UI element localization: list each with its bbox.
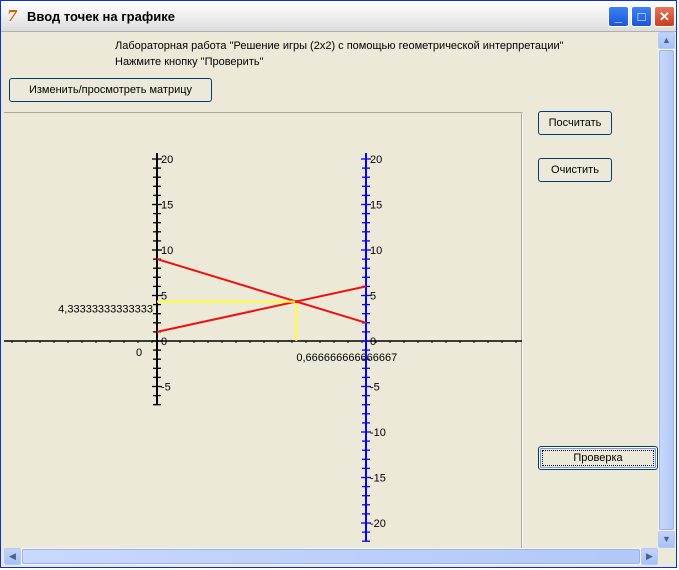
app-window: 7 Ввод точек на графике _ □ ✕ Лабораторн… [0,0,677,568]
client-area: Лабораторная работа "Решение игры (2х2) … [4,32,658,548]
x-origin-label: 0 [136,347,142,359]
right-axis-tick-label: -10 [370,427,386,439]
left-axis-tick-label: 0 [161,336,167,348]
right-axis-tick-label: 20 [370,154,382,166]
left-axis-tick-label: 15 [161,200,173,212]
payoff-line-2 [156,285,367,333]
info-line-1: Лабораторная работа "Решение игры (2х2) … [115,40,564,52]
title-bar[interactable]: 7 Ввод точек на графике _ □ ✕ [1,1,676,32]
solution-x-label: 0,666666666666667 [296,352,397,364]
minimize-button[interactable]: _ [608,6,629,27]
edit-matrix-button[interactable]: Изменить/просмотреть матрицу [9,78,212,102]
info-line-2: Нажмите кнопку "Проверить" [115,56,264,68]
right-axis-tick-label: -20 [370,518,386,530]
left-axis-tick-label: 10 [161,245,173,257]
scroll-up-arrow-icon[interactable]: ▲ [658,32,675,49]
scroll-down-arrow-icon[interactable]: ▼ [658,531,675,548]
payoff-line-1 [156,258,367,324]
scroll-left-arrow-icon[interactable]: ◀ [4,548,21,565]
right-axis-tick-label: 0 [370,336,376,348]
focus-rect [542,450,654,466]
horizontal-scroll-thumb[interactable] [22,549,640,564]
app-icon: 7 [7,7,18,25]
check-button[interactable]: Проверка [538,446,658,470]
clear-button[interactable]: Очистить [538,158,612,182]
solution-y-label: 4,33333333333333 [58,304,153,316]
right-axis-tick-label: 15 [370,200,382,212]
right-axis-tick-label: 10 [370,245,382,257]
scroll-corner [658,548,675,565]
right-axis-tick-label: 5 [370,291,376,303]
left-axis-tick-label: -5 [161,382,171,394]
solution-point [294,300,298,304]
right-axis-tick-label: -15 [370,473,386,485]
graph-panel[interactable]: 0 20 15 10 5 0 -5 20 15 10 5 0 -5 -10 -15 -20 4,33333333… [4,112,523,548]
right-axis-tick-label: -5 [370,382,380,394]
calculate-button[interactable]: Посчитать [538,111,612,135]
vertical-scroll-thumb[interactable] [659,50,674,530]
vertical-scrollbar[interactable]: ▲ ▼ [658,32,675,548]
chart-svg: 020151050-520151050-5-10-15-204,33333333… [4,153,522,542]
close-button[interactable]: ✕ [654,6,675,27]
window-title: Ввод точек на графике [27,9,175,24]
scroll-right-arrow-icon[interactable]: ▶ [641,548,658,565]
horizontal-scrollbar[interactable]: ◀ ▶ [4,548,658,565]
left-axis-tick-label: 20 [161,154,173,166]
maximize-button[interactable]: □ [631,6,652,27]
